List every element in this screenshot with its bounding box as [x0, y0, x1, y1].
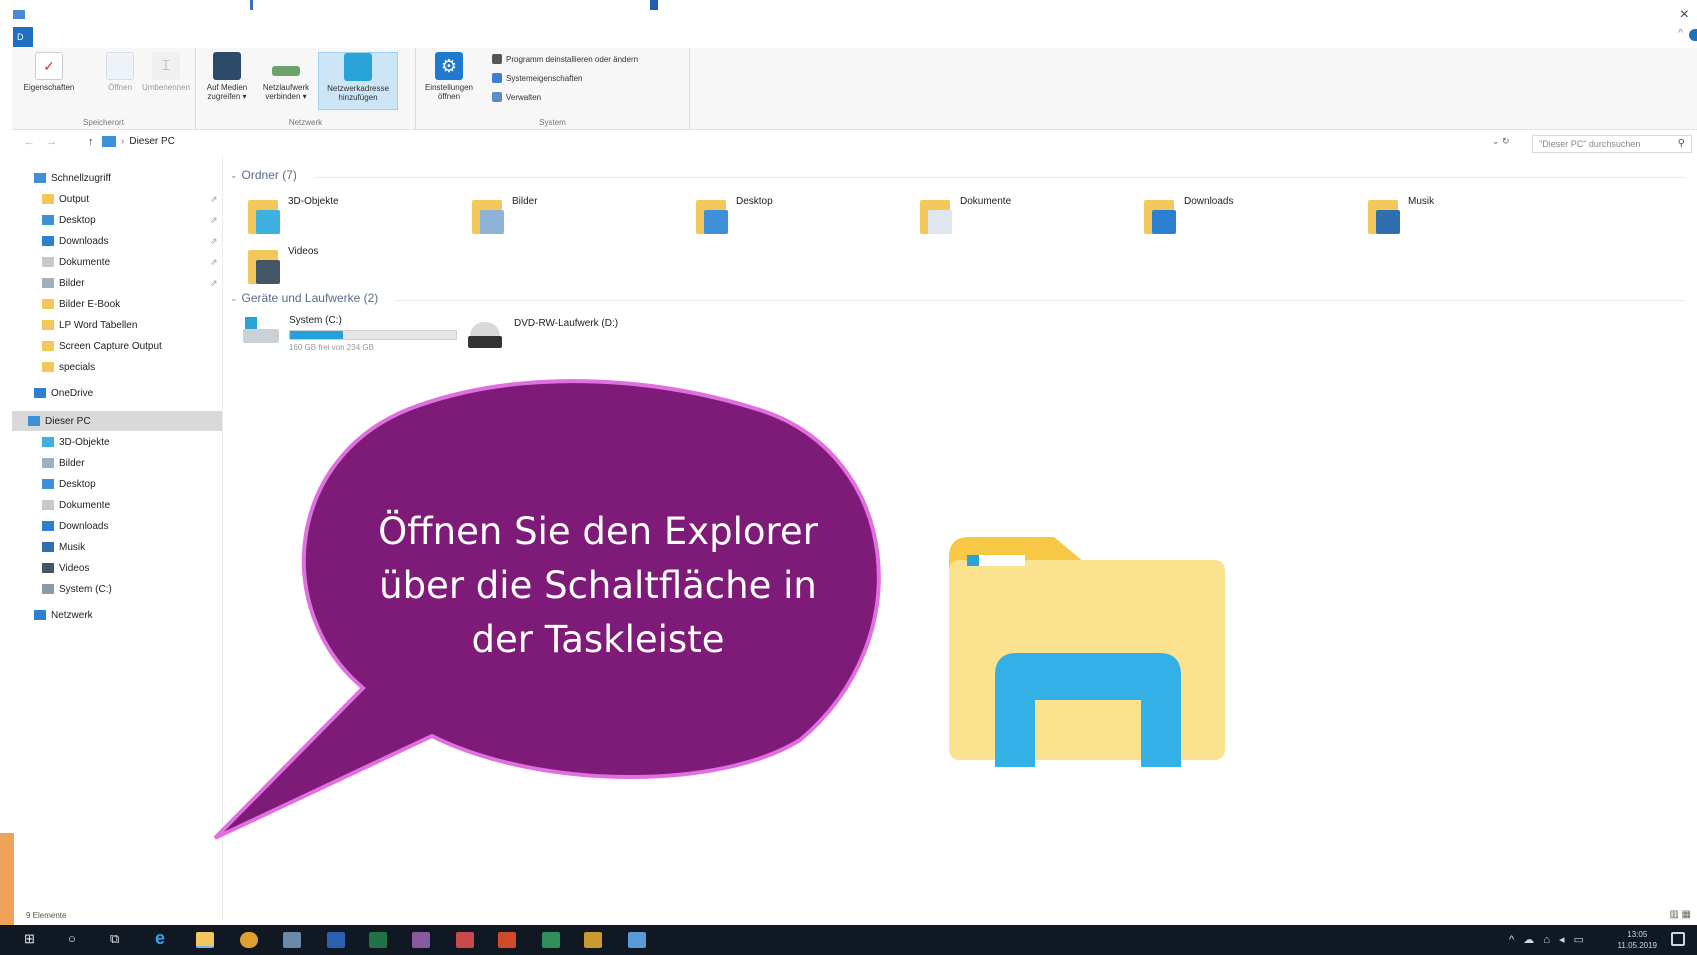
file-explorer-taskbar-icon[interactable]	[196, 932, 214, 948]
system-tray[interactable]: ^ ☁ ⌂ ◂ ▭	[1509, 933, 1587, 946]
publisher-icon[interactable]	[542, 932, 560, 948]
image-app-icon[interactable]	[412, 932, 430, 948]
chrome-icon[interactable]	[240, 932, 258, 948]
clock-time: 13:05	[1627, 930, 1648, 939]
powerpoint-icon[interactable]	[498, 932, 516, 948]
search-icon[interactable]: ○	[68, 931, 76, 946]
callout-line: über die Schaltfläche in	[379, 564, 817, 607]
callout-line: der Taskleiste	[471, 618, 725, 661]
start-button[interactable]: ⊞	[24, 931, 35, 947]
view-mode-icons[interactable]: ▥ ▦	[1669, 909, 1691, 920]
taskbar: ⊞ ○ ⧉ e ^ ☁ ⌂ ◂ ▭ 13:05 11.05.2019	[0, 925, 1697, 955]
screen-capture-icon[interactable]	[628, 932, 646, 948]
snipping-icon[interactable]	[456, 932, 474, 948]
edge-icon[interactable]: e	[155, 928, 173, 948]
callout-text: Öffnen Sie den Explorer über die Schaltf…	[338, 505, 858, 667]
excel-icon[interactable]	[369, 932, 387, 948]
app-icon[interactable]	[283, 932, 301, 948]
callout-line: Öffnen Sie den Explorer	[378, 510, 818, 553]
clock[interactable]: 13:05 11.05.2019	[1618, 929, 1657, 951]
archive-icon[interactable]	[584, 932, 602, 948]
status-bar: 9 Elemente ▥ ▦	[12, 905, 1697, 925]
notification-icon[interactable]	[1671, 932, 1685, 946]
callout-bubble	[213, 379, 881, 840]
clock-date: 11.05.2019	[1617, 941, 1657, 950]
word-icon[interactable]	[327, 932, 345, 948]
item-count: 9 Elemente	[26, 911, 67, 920]
file-explorer-icon	[949, 537, 1225, 767]
task-view-icon[interactable]: ⧉	[110, 931, 119, 947]
